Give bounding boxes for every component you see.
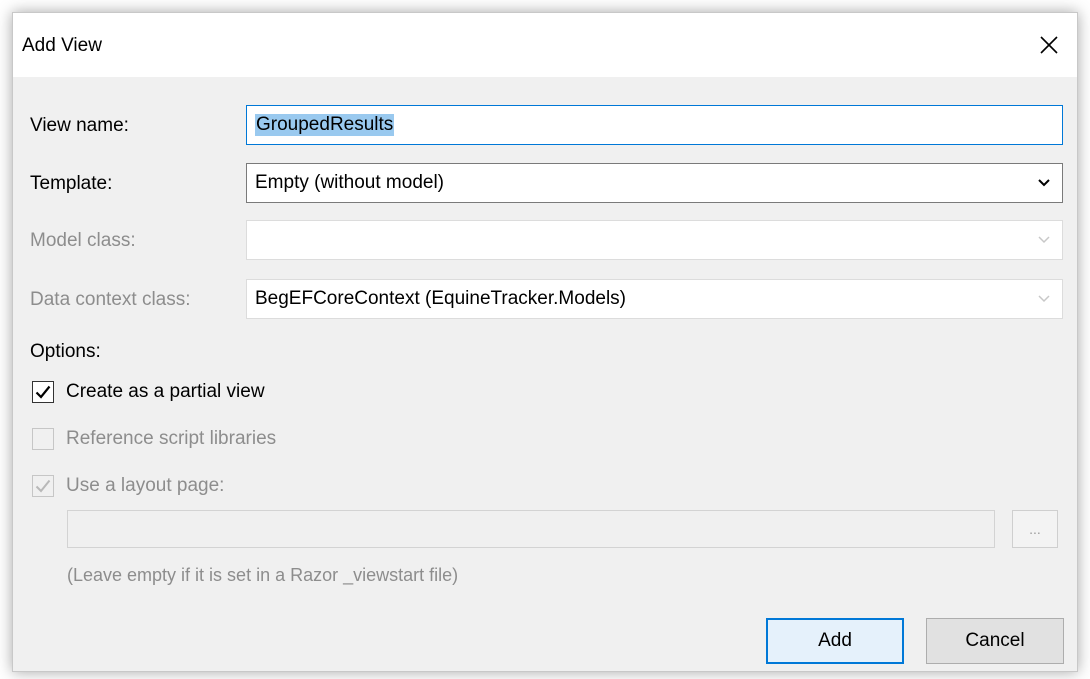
options-heading: Options:: [30, 341, 101, 362]
chevron-down-icon: [1038, 295, 1050, 303]
partial-view-option[interactable]: Create as a partial view: [32, 381, 265, 403]
close-icon: [1040, 36, 1058, 54]
data-context-value: BegEFCoreContext (EquineTracker.Models): [255, 288, 627, 309]
layout-hint-text: (Leave empty if it is set in a Razor _vi…: [67, 565, 459, 585]
checkmark-icon: [35, 479, 51, 493]
partial-view-label: Create as a partial view: [66, 381, 265, 402]
title-bar: Add View: [13, 13, 1077, 77]
reference-scripts-option: Reference script libraries: [32, 428, 276, 450]
chevron-down-icon: [1038, 236, 1050, 244]
model-class-label: Model class:: [30, 230, 136, 251]
model-class-select: [246, 220, 1063, 260]
layout-page-checkbox: [32, 475, 54, 497]
template-label: Template:: [30, 173, 113, 194]
dialog-title: Add View: [22, 35, 102, 56]
browse-button: ...: [1012, 510, 1058, 548]
layout-page-label: Use a layout page:: [66, 475, 225, 496]
data-context-select: BegEFCoreContext (EquineTracker.Models): [246, 279, 1063, 319]
data-context-label: Data context class:: [30, 289, 191, 310]
template-select[interactable]: Empty (without model): [246, 163, 1063, 203]
template-select-value: Empty (without model): [255, 172, 445, 193]
layout-page-option: Use a layout page:: [32, 475, 224, 497]
reference-scripts-label: Reference script libraries: [66, 428, 277, 449]
add-button[interactable]: Add: [766, 618, 904, 664]
layout-page-input: [67, 510, 995, 548]
reference-scripts-checkbox: [32, 428, 54, 450]
add-view-dialog: Add View View name: GroupedResults Templ…: [12, 12, 1078, 672]
view-name-value: GroupedResults: [255, 114, 395, 136]
cancel-button[interactable]: Cancel: [926, 618, 1064, 664]
partial-view-checkbox[interactable]: [32, 381, 54, 403]
close-button[interactable]: [1021, 13, 1077, 77]
chevron-down-icon: [1038, 179, 1050, 187]
checkmark-icon: [35, 385, 51, 399]
view-name-label: View name:: [30, 115, 129, 136]
view-name-input[interactable]: GroupedResults: [246, 105, 1063, 145]
